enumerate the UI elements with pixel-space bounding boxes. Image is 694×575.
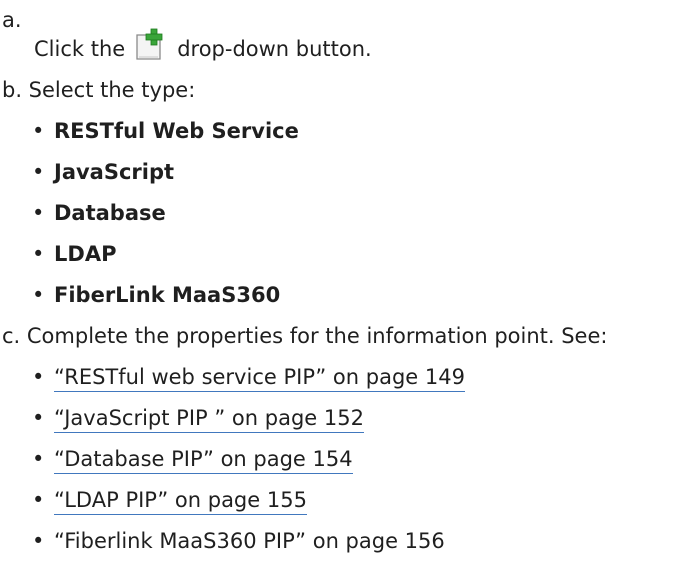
step-a-text: Click the drop-down button. <box>34 28 372 62</box>
new-document-plus-icon <box>133 28 167 62</box>
type-fiberlink: FiberLink MaaS360 <box>54 283 281 307</box>
type-ldap: LDAP <box>54 242 117 266</box>
reference-link-list: • “RESTful web service PIP” on page 149 •… <box>0 357 694 562</box>
list-item: • LDAP <box>32 242 117 266</box>
type-javascript: JavaScript <box>54 160 175 184</box>
link-fiberlink-pip[interactable]: “Fiberlink MaaS360 PIP” on page 156 <box>54 529 445 555</box>
link-restful-pip[interactable]: “RESTful web service PIP” on page 149 <box>54 365 465 392</box>
step-c-text: c. Complete the properties for the infor… <box>2 324 608 348</box>
list-item: • “JavaScript PIP ” on page 152 <box>32 398 694 439</box>
list-item: • “RESTful web service PIP” on page 149 <box>32 357 694 398</box>
step-a-marker: a. <box>2 8 22 32</box>
type-database: Database <box>54 201 166 225</box>
step-c: c. Complete the properties for the infor… <box>0 316 694 562</box>
step-a: a. Click the drop-down button. <box>0 0 694 70</box>
step-b-text: b. Select the type: <box>2 78 196 102</box>
step-a-text-after: drop-down button. <box>177 36 372 61</box>
link-javascript-pip[interactable]: “JavaScript PIP ” on page 152 <box>54 406 364 433</box>
list-item: • JavaScript <box>32 160 175 184</box>
type-list: • RESTful Web Service • JavaScript • Databa… <box>0 111 694 316</box>
link-ldap-pip[interactable]: “LDAP PIP” on page 155 <box>54 488 307 515</box>
list-item: • FiberLink MaaS360 <box>32 283 281 307</box>
list-item: • RESTful Web Service <box>32 119 299 143</box>
link-database-pip[interactable]: “Database PIP” on page 154 <box>54 447 353 474</box>
list-item: • “Database PIP” on page 154 <box>32 439 694 480</box>
step-b: b. Select the type: • RESTful Web Service… <box>0 70 694 316</box>
list-item: • Database <box>32 201 166 225</box>
type-restful: RESTful Web Service <box>54 119 299 143</box>
list-item: • “LDAP PIP” on page 155 <box>32 480 694 521</box>
list-item: • “Fiberlink MaaS360 PIP” on page 156 <box>32 529 445 555</box>
step-a-text-before: Click the <box>34 36 126 61</box>
instruction-document: a. Click the drop-down button. b. Select… <box>0 0 694 562</box>
